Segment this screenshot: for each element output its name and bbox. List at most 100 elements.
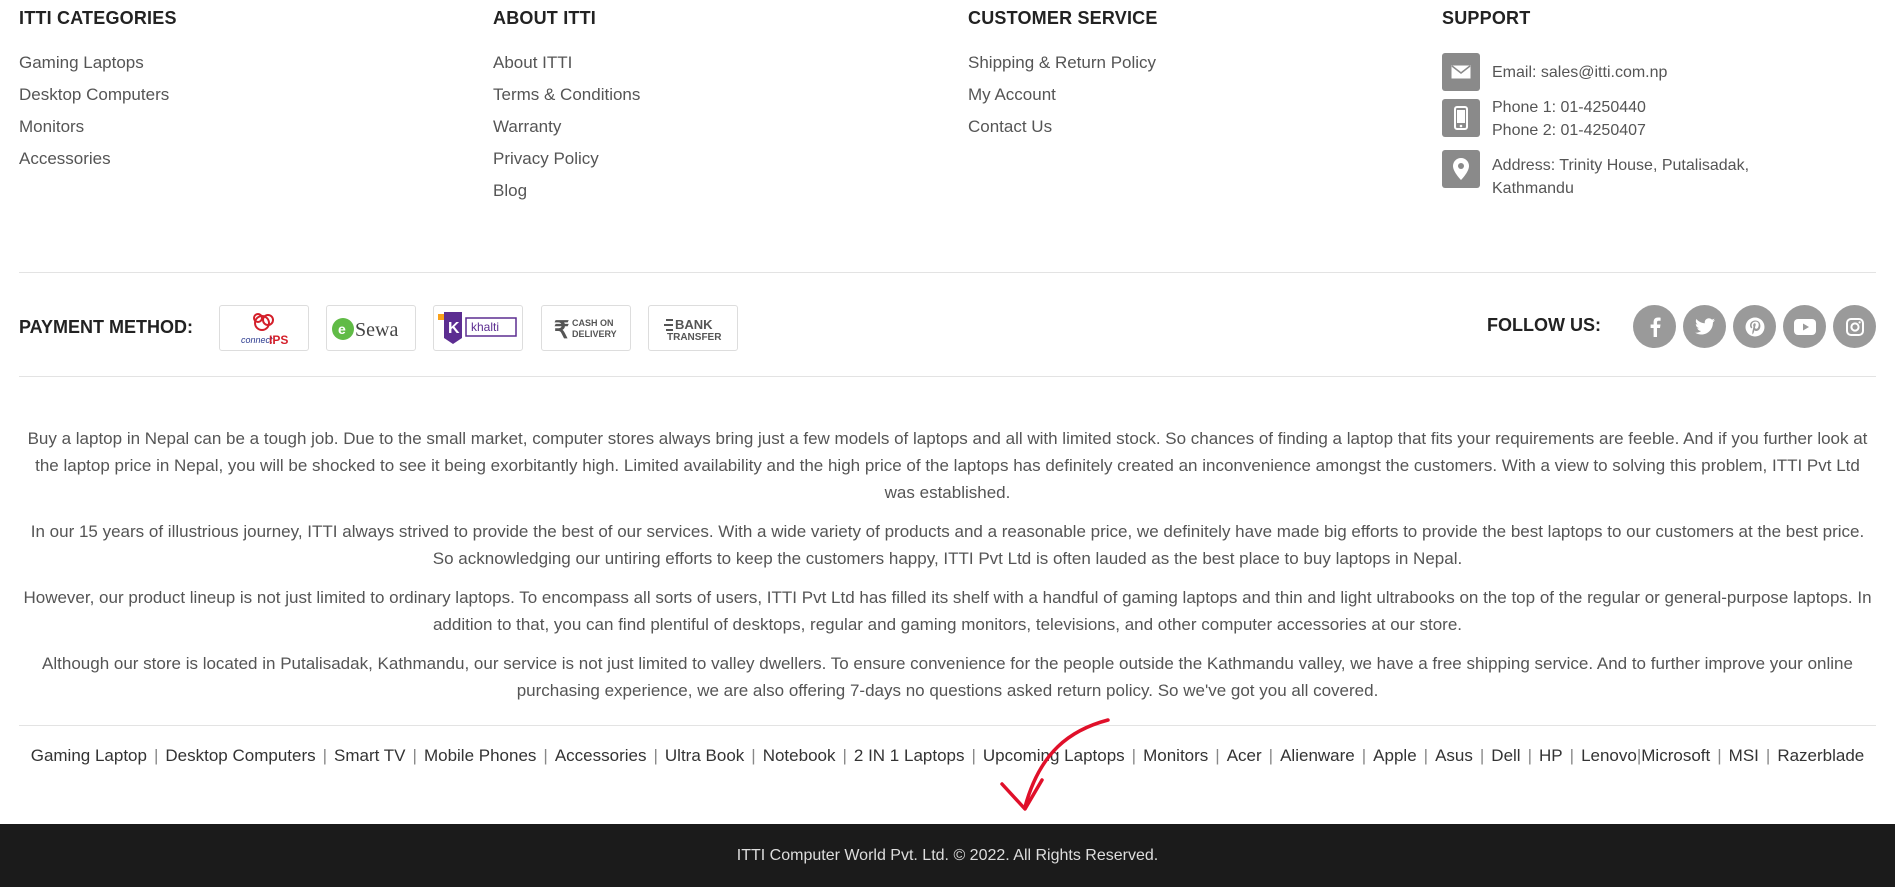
divider-bottom	[19, 725, 1876, 726]
pinterest-icon[interactable]	[1733, 305, 1776, 348]
copyright-footer: ITTI Computer World Pvt. Ltd. © 2022. Al…	[0, 824, 1895, 887]
category-link-desktop-computers[interactable]: Desktop Computers	[19, 79, 177, 111]
quick-link-apple[interactable]: Apple	[1373, 746, 1416, 765]
customer-service-column: CUSTOMER SERVICE Shipping & Return Polic…	[968, 8, 1158, 143]
cs-link-my-account[interactable]: My Account	[968, 79, 1158, 111]
category-link-accessories[interactable]: Accessories	[19, 143, 177, 175]
about-link-privacy[interactable]: Privacy Policy	[493, 143, 640, 175]
categories-heading: ITTI CATEGORIES	[19, 8, 177, 28]
quick-link-lenovo[interactable]: Lenovo	[1581, 746, 1637, 765]
instagram-icon[interactable]	[1833, 305, 1876, 348]
quick-link-msi[interactable]: MSI	[1729, 746, 1759, 765]
bank-line2: TRANSFER	[667, 332, 722, 343]
support-heading: SUPPORT	[1442, 8, 1531, 28]
category-link-gaming-laptops[interactable]: Gaming Laptops	[19, 47, 177, 79]
divider-middle	[19, 376, 1876, 377]
quick-link-mobile-phones[interactable]: Mobile Phones	[424, 746, 536, 765]
about-link-about-itti[interactable]: About ITTI	[493, 47, 640, 79]
quick-link-asus[interactable]: Asus	[1435, 746, 1473, 765]
copyright-text: ITTI Computer World Pvt. Ltd. © 2022. Al…	[736, 846, 1159, 864]
quick-link-acer[interactable]: Acer	[1227, 746, 1262, 765]
quick-link-upcoming-laptops[interactable]: Upcoming Laptops	[983, 746, 1125, 765]
cash-on-delivery-logo[interactable]: ₹ CASH ON DELIVERY	[541, 305, 631, 351]
esewa-text: Sewa	[355, 319, 398, 341]
category-link-monitors[interactable]: Monitors	[19, 111, 177, 143]
quick-links-bar: Gaming Laptop | Desktop Computers | Smart TV…	[19, 743, 1876, 769]
customer-service-heading: CUSTOMER SERVICE	[968, 8, 1158, 28]
support-phone-row: Phone 1: 01-4250440 Phone 2: 01-4250407	[1442, 99, 1782, 142]
quick-link-accessories[interactable]: Accessories	[555, 746, 647, 765]
khalti-logo[interactable]: K khalti	[433, 305, 523, 351]
separator: |	[1717, 746, 1722, 765]
categories-column: ITTI CATEGORIES Gaming Laptops Desktop C…	[19, 8, 177, 175]
about-link-blog[interactable]: Blog	[493, 175, 640, 207]
about-heading: ABOUT ITTI	[493, 8, 596, 28]
separator: |	[1268, 746, 1274, 765]
twitter-icon[interactable]	[1683, 305, 1726, 348]
separator: |	[1479, 746, 1485, 765]
cs-link-shipping-return[interactable]: Shipping & Return Policy	[968, 47, 1158, 79]
separator: |	[543, 746, 548, 765]
separator: |	[412, 746, 417, 765]
payment-method-label: PAYMENT METHOD:	[19, 317, 194, 337]
location-icon	[1442, 150, 1480, 188]
support-email-row: Email: sales@itti.com.np	[1442, 53, 1782, 91]
about-column: ABOUT ITTI About ITTI Terms & Conditions…	[493, 8, 640, 207]
footer-columns: ITTI CATEGORIES Gaming Laptops Desktop C…	[19, 0, 1876, 260]
svg-text:e: e	[338, 321, 346, 337]
quick-link-razerblade[interactable]: Razerblade	[1777, 746, 1864, 765]
connectips-line2: IPS	[269, 333, 288, 347]
separator: |	[322, 746, 328, 765]
separator: |	[653, 746, 658, 765]
separator: |	[751, 746, 756, 765]
support-phone-1[interactable]: Phone 1: 01-4250440	[1492, 96, 1646, 119]
svg-text:₹: ₹	[554, 317, 569, 344]
separator: |	[1527, 746, 1533, 765]
separator: |	[1131, 746, 1137, 765]
bank-transfer-logo[interactable]: BANK TRANSFER	[648, 305, 738, 351]
quick-link-alienware[interactable]: Alienware	[1280, 746, 1355, 765]
separator: |	[153, 746, 159, 765]
quick-link-gaming-laptop[interactable]: Gaming Laptop	[31, 746, 147, 765]
esewa-logo[interactable]: e Sewa	[326, 305, 416, 351]
youtube-icon[interactable]	[1783, 305, 1826, 348]
quick-link-hp[interactable]: HP	[1539, 746, 1563, 765]
separator: |	[842, 746, 847, 765]
about-link-terms[interactable]: Terms & Conditions	[493, 79, 640, 111]
separator: |	[1361, 746, 1367, 765]
payment-follow-row: PAYMENT METHOD: connect IPS e Sewa K kha…	[19, 305, 1876, 353]
quick-link-2in1-laptops[interactable]: 2 IN 1 Laptops	[854, 746, 965, 765]
khalti-text: khalti	[471, 320, 499, 334]
facebook-icon[interactable]	[1633, 305, 1676, 348]
cs-link-contact-us[interactable]: Contact Us	[968, 111, 1158, 143]
quick-link-ultra-book[interactable]: Ultra Book	[665, 746, 744, 765]
phone-icon	[1442, 99, 1480, 137]
email-icon	[1442, 53, 1480, 91]
about-paragraph-3: However, our product lineup is not just …	[23, 588, 1872, 634]
support-address-row: Address: Trinity House, Putalisadak, Kat…	[1442, 150, 1782, 200]
about-paragraph-4: Although our store is located in Putalis…	[42, 654, 1853, 700]
divider-top	[19, 272, 1876, 273]
separator: |	[1765, 746, 1771, 765]
quick-link-notebook[interactable]: Notebook	[763, 746, 836, 765]
quick-link-smart-tv[interactable]: Smart TV	[334, 746, 405, 765]
connectips-logo[interactable]: connect IPS	[219, 305, 309, 351]
about-link-warranty[interactable]: Warranty	[493, 111, 640, 143]
support-address-line1: Address: Trinity House, Putalisadak,	[1492, 157, 1750, 174]
support-email[interactable]: Email: sales@itti.com.np	[1492, 61, 1667, 84]
about-paragraph-2: In our 15 years of illustrious journey, …	[30, 522, 1865, 568]
svg-text:K: K	[448, 320, 460, 337]
about-text-block: Buy a laptop in Nepal can be a tough job…	[19, 425, 1876, 716]
separator: |	[971, 746, 976, 765]
cod-line2: DELIVERY	[572, 329, 617, 339]
follow-us-label: FOLLOW US:	[1487, 315, 1601, 335]
quick-link-dell[interactable]: Dell	[1491, 746, 1520, 765]
quick-link-microsoft[interactable]: Microsoft	[1641, 746, 1710, 765]
bank-line1: BANK	[675, 317, 713, 332]
quick-link-monitors[interactable]: Monitors	[1143, 746, 1208, 765]
support-column: SUPPORT Email: sales@itti.com.np Phone 1…	[1442, 8, 1782, 208]
separator: |	[1423, 746, 1429, 765]
about-paragraph-1: Buy a laptop in Nepal can be a tough job…	[27, 429, 1868, 502]
quick-link-desktop-computers[interactable]: Desktop Computers	[165, 746, 315, 765]
support-phone-2[interactable]: Phone 2: 01-4250407	[1492, 119, 1646, 142]
